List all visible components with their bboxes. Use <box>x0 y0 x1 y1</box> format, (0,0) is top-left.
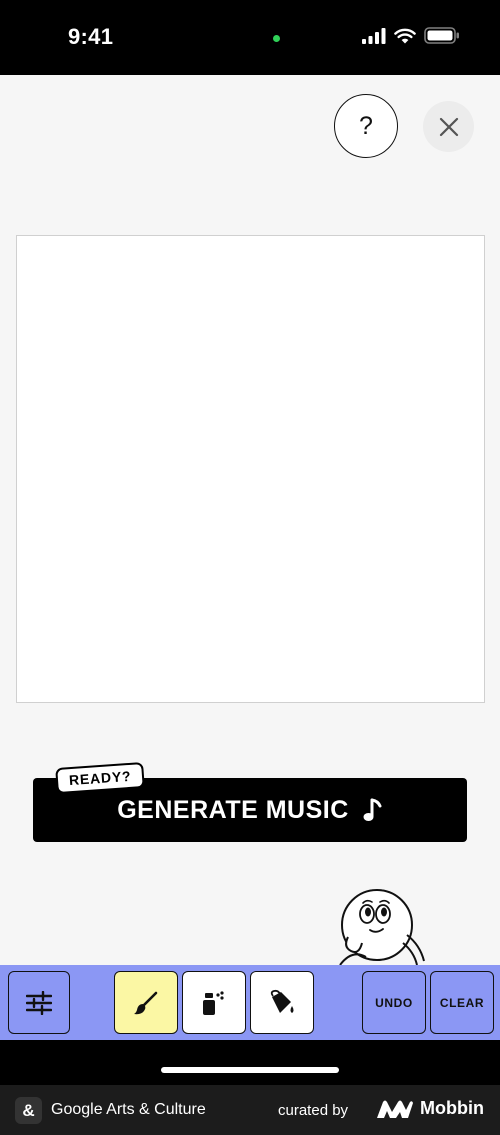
app-logo: & <box>15 1097 42 1124</box>
home-indicator[interactable] <box>161 1067 339 1073</box>
app-name: Google Arts & Culture <box>51 1101 206 1118</box>
signal-icon <box>362 27 386 44</box>
clear-button[interactable]: CLEAR <box>430 971 494 1034</box>
sliders-icon <box>26 990 52 1015</box>
status-bar: 9:41 <box>0 0 500 75</box>
close-icon <box>439 117 458 136</box>
undo-label: UNDO <box>375 995 413 1010</box>
generate-music-label: GENERATE MUSIC <box>117 795 349 824</box>
footer-bar: & Google Arts & Culture curated by Mobbi… <box>0 1085 500 1135</box>
wifi-icon <box>394 28 416 43</box>
fill-tool-button[interactable] <box>250 971 314 1034</box>
status-time: 9:41 <box>68 24 114 49</box>
privacy-indicator-dot <box>273 35 280 42</box>
help-button[interactable]: ? <box>334 94 398 158</box>
music-note-icon <box>363 798 382 821</box>
drawing-toolbar: UNDO CLEAR <box>0 965 500 1040</box>
brush-icon <box>134 991 158 1014</box>
spray-can-icon <box>203 990 224 1015</box>
close-button[interactable] <box>423 101 474 152</box>
curated-label: curated by <box>278 1102 349 1119</box>
clear-label: CLEAR <box>439 995 485 1010</box>
music-drawing-screen: ? GENERATE MUSIC READY? <box>0 75 500 965</box>
mascot-illustration <box>339 889 425 965</box>
paint-bucket-icon <box>270 989 294 1013</box>
settings-button[interactable] <box>8 971 70 1034</box>
battery-icon <box>424 27 459 44</box>
drawing-canvas[interactable] <box>16 235 485 703</box>
spray-tool-button[interactable] <box>182 971 246 1034</box>
mobbin-logo-icon <box>377 1100 413 1118</box>
home-indicator-area <box>0 1040 500 1085</box>
brand-name: Mobbin <box>420 1098 484 1118</box>
undo-button[interactable]: UNDO <box>362 971 426 1034</box>
brush-tool-button[interactable] <box>114 971 178 1034</box>
status-icons <box>362 27 460 44</box>
brand: Mobbin <box>376 1098 484 1119</box>
